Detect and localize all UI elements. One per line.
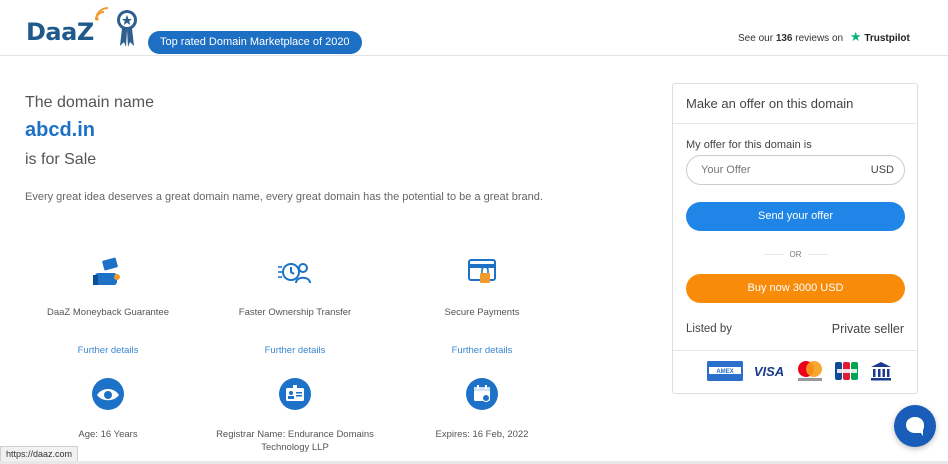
further-details-link-secure[interactable]: Further details <box>422 345 542 356</box>
offer-panel-title: Make an offer on this domain <box>686 96 854 111</box>
feature-moneyback: DaaZ Moneyback Guarantee <box>13 255 203 320</box>
calendar-icon <box>466 378 498 410</box>
reviews-count: 136 <box>775 33 793 44</box>
send-offer-button[interactable]: Send your offer <box>686 202 905 231</box>
tagline: Every great idea deserves a great domain… <box>25 191 543 203</box>
offer-input-wrapper: USD <box>686 155 905 185</box>
fact-label: Age: 16 Years <box>78 429 138 440</box>
feature-label: Faster Ownership Transfer <box>238 307 352 318</box>
feature-label: DaaZ Moneyback Guarantee <box>47 307 169 318</box>
amex-icon: AMEX <box>707 361 743 381</box>
for-sale-text: is for Sale <box>25 151 97 168</box>
top-rated-badge: Top rated Domain Marketplace of 2020 <box>148 31 362 54</box>
offer-label: My offer for this domain is <box>686 139 812 151</box>
secure-payment-icon <box>468 259 496 283</box>
offer-amount-input[interactable] <box>701 162 851 178</box>
reviews-suffix: reviews on <box>795 33 844 44</box>
svg-text:VISA: VISA <box>754 364 784 379</box>
further-details-link-transfer[interactable]: Further details <box>235 345 355 356</box>
domain-name: abcd.in <box>25 119 96 141</box>
divider <box>673 123 917 124</box>
trustpilot-label: Trustpilot <box>864 33 910 44</box>
transfer-icon <box>278 263 311 284</box>
chat-bubble-icon <box>906 417 924 436</box>
id-card-icon <box>279 378 311 410</box>
currency-label: USD <box>870 164 894 176</box>
listed-by-value: Private seller <box>831 322 904 336</box>
feature-transfer: Faster Ownership Transfer <box>200 255 390 320</box>
fact-label: Expires: 16 Feb, 2022 <box>435 429 529 440</box>
jcb-icon <box>835 362 858 380</box>
divider <box>673 350 917 351</box>
fact-expiry: Expires: 16 Feb, 2022 <box>382 377 582 441</box>
payment-methods: AMEX VISA <box>707 360 893 382</box>
mastercard-icon <box>798 361 822 381</box>
live-chat-button[interactable] <box>894 405 936 447</box>
offer-panel: Make an offer on this domain My offer fo… <box>672 83 918 394</box>
reviews-prefix: See our <box>738 33 774 44</box>
further-details-link-moneyback[interactable]: Further details <box>48 345 168 356</box>
wifi-waves-icon <box>95 7 109 21</box>
feature-secure-payments: Secure Payments <box>387 255 577 320</box>
visa-icon: VISA <box>754 364 784 379</box>
browser-status-bar: https://daaz.com <box>0 446 79 462</box>
award-ribbon-icon <box>117 10 137 47</box>
fact-registrar: Registrar Name: Endurance Domains Techno… <box>195 377 395 454</box>
trustpilot-reviews[interactable]: See our 136 reviews on ★ Trustpilot <box>738 29 910 45</box>
fact-age: Age: 16 Years <box>8 377 208 441</box>
trustpilot-star-icon: ★ <box>849 29 862 44</box>
site-header: DaaZ Top rated Domain Marketplace of 202… <box>0 0 948 56</box>
headline-domain-name: The domain name <box>25 94 154 111</box>
svg-text:AMEX: AMEX <box>716 369 733 375</box>
fact-label: Registrar Name: Endurance Domains Techno… <box>216 429 374 453</box>
feature-label: Secure Payments <box>444 307 520 318</box>
eye-icon <box>92 378 124 410</box>
buy-now-button[interactable]: Buy now 3000 USD <box>686 274 905 303</box>
bank-icon <box>871 362 891 381</box>
listed-by-label: Listed by <box>686 323 733 335</box>
moneyback-icon <box>93 257 120 285</box>
or-text: OR <box>789 250 802 259</box>
or-divider: OR <box>686 250 905 259</box>
daaz-logo[interactable]: DaaZ <box>26 18 94 46</box>
